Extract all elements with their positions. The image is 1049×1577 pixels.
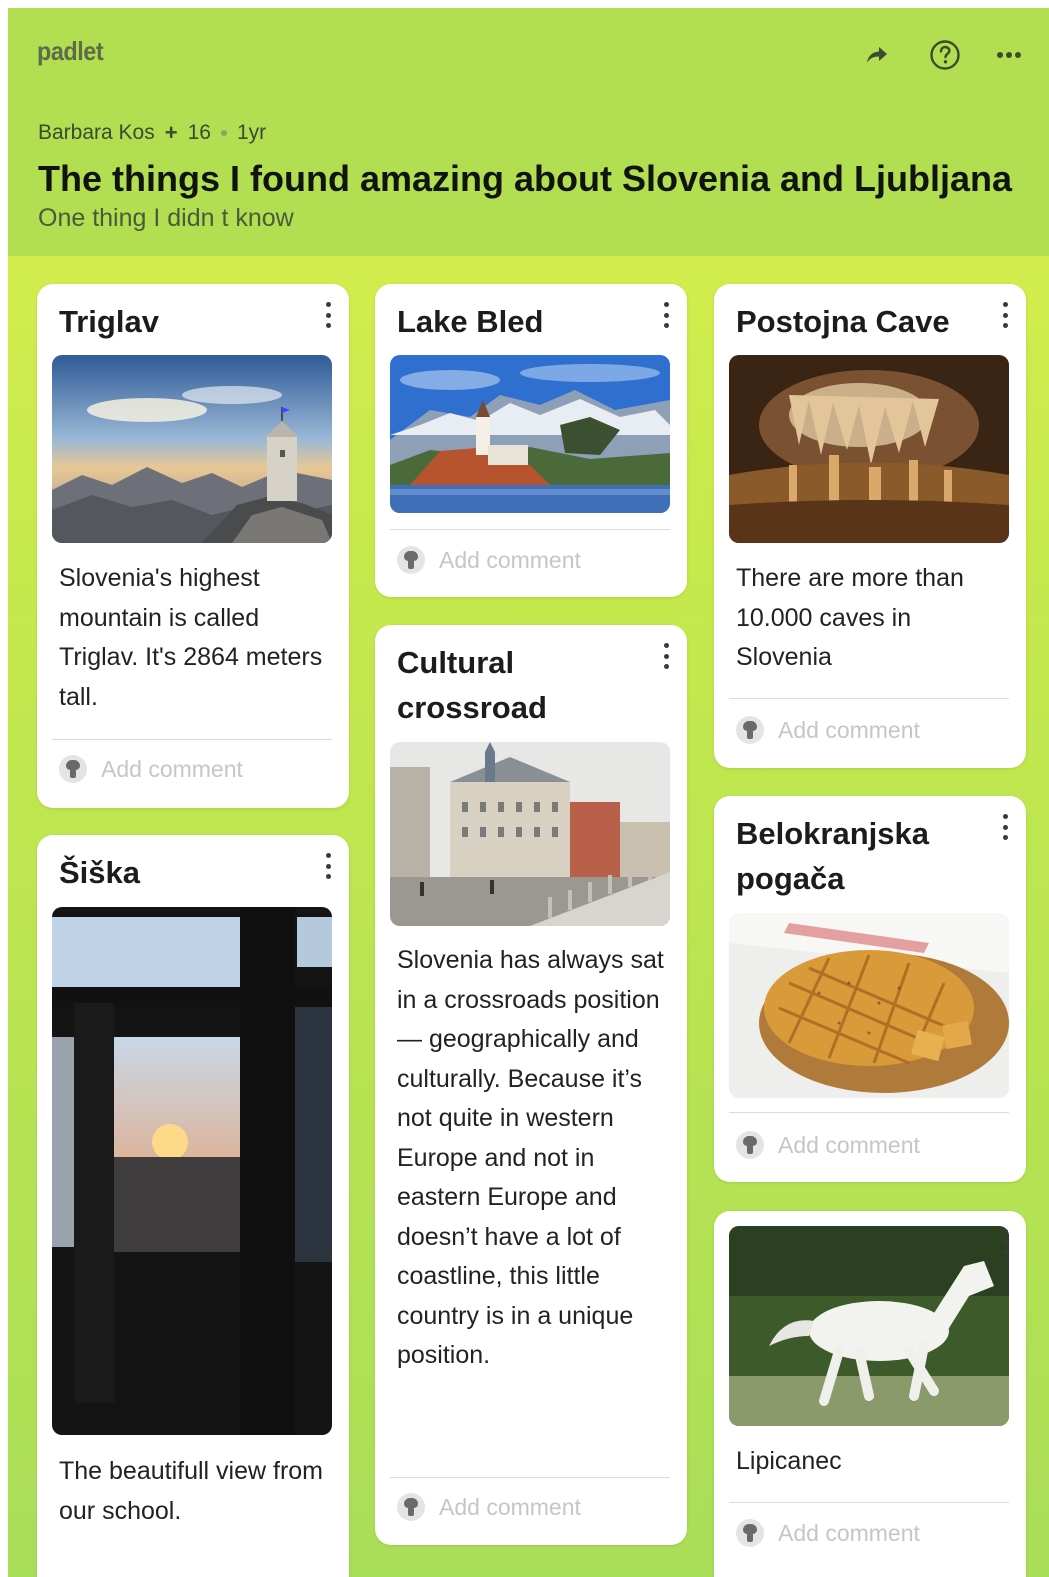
board-age: 1yr — [236, 121, 267, 144]
add-comment-field[interactable]: Add comment — [59, 755, 243, 783]
help-icon[interactable] — [928, 38, 962, 72]
post-title: Cultural crossroad — [397, 645, 547, 725]
add-comment-field[interactable]: Add comment — [736, 1131, 920, 1159]
share-icon[interactable] — [860, 38, 894, 72]
comment-divider — [729, 1112, 1009, 1113]
post-menu-icon[interactable] — [659, 643, 673, 669]
padlet-board: padlet Barbara Kos + 16 1yr The things I… — [8, 8, 1049, 1577]
post-image-siska[interactable] — [52, 907, 332, 1435]
comment-divider — [390, 1477, 670, 1478]
avatar — [736, 1131, 764, 1159]
post-card-belokranjska-pogaca[interactable]: Belokranjska pogača Add comment — [714, 796, 1026, 1182]
add-comment-field[interactable]: Add comment — [397, 1493, 581, 1521]
avatar — [397, 1493, 425, 1521]
board-header: padlet Barbara Kos + 16 1yr The things I… — [8, 8, 1049, 256]
add-comment-placeholder: Add comment — [778, 1519, 920, 1546]
post-body: The beautifull view from our school. — [59, 1457, 324, 1525]
author-name[interactable]: Barbara Kos — [38, 121, 155, 145]
post-card-postojna-cave[interactable]: Postojna Cave There are more than 10.000… — [714, 284, 1026, 768]
post-body: Slovenia's highest mountain is called Tr… — [59, 564, 323, 711]
post-image-lake-bled[interactable] — [390, 355, 670, 513]
post-title: Šiška — [59, 855, 141, 890]
post-menu-icon[interactable] — [659, 302, 673, 328]
post-title: Triglav — [59, 304, 159, 339]
add-comment-field[interactable]: Add comment — [397, 546, 581, 574]
post-image-cultural-crossroad[interactable] — [390, 742, 670, 926]
board-subtitle: One thing I didn t know — [38, 204, 294, 232]
post-image-triglav[interactable] — [52, 355, 332, 543]
add-comment-placeholder: Add comment — [101, 755, 243, 782]
avatar — [397, 546, 425, 574]
post-card-lake-bled[interactable]: Lake Bled Add comment — [375, 284, 687, 597]
post-menu-icon[interactable] — [321, 302, 335, 328]
comment-divider — [52, 739, 332, 740]
add-comment-field[interactable]: Add comment — [736, 1519, 920, 1547]
add-comment-placeholder: Add comment — [439, 546, 581, 573]
add-comment-placeholder: Add comment — [778, 1131, 920, 1158]
add-comment-placeholder: Add comment — [778, 716, 920, 743]
comment-divider — [390, 529, 670, 530]
board-title: The things I found amazing about Sloveni… — [38, 158, 1013, 199]
post-body: Slovenia has always sat in a crossroads … — [397, 946, 664, 1369]
post-image-lipicanec[interactable] — [729, 1226, 1009, 1426]
post-title: Lake Bled — [397, 304, 544, 339]
post-card-cultural-crossroad[interactable]: Cultural crossroad Slovenia has always s… — [375, 625, 687, 1545]
comment-divider — [729, 698, 1009, 699]
post-card-triglav[interactable]: Triglav Slovenia's highest mountain is c… — [37, 284, 349, 808]
post-body: There are more than 10.000 caves in Slov… — [736, 564, 964, 671]
post-body: Lipicanec — [736, 1447, 842, 1475]
post-image-belokranjska-pogaca[interactable] — [729, 913, 1009, 1098]
post-card-siska[interactable]: Šiška The beautifull view from our schoo… — [37, 835, 349, 1577]
separator-dot — [220, 130, 227, 136]
post-menu-icon[interactable] — [998, 1229, 1012, 1255]
comment-divider — [729, 1502, 1009, 1503]
like-count: 16 — [187, 121, 211, 144]
more-icon[interactable] — [992, 38, 1026, 72]
plus-icon[interactable]: + — [165, 120, 178, 146]
post-image-postojna-cave[interactable] — [729, 355, 1009, 543]
avatar — [736, 716, 764, 744]
board-meta: Barbara Kos + 16 1yr — [38, 120, 266, 146]
post-menu-icon[interactable] — [998, 302, 1012, 328]
avatar — [59, 755, 87, 783]
post-menu-icon[interactable] — [321, 853, 335, 879]
padlet-logo[interactable]: padlet — [37, 36, 104, 67]
post-card-lipicanec[interactable]: Lipicanec Add comment — [714, 1211, 1026, 1577]
add-comment-placeholder: Add comment — [439, 1493, 581, 1520]
avatar — [736, 1519, 764, 1547]
post-menu-icon[interactable] — [998, 814, 1012, 840]
post-title: Belokranjska pogača — [736, 816, 929, 896]
add-comment-field[interactable]: Add comment — [736, 716, 920, 744]
post-title: Postojna Cave — [736, 304, 950, 339]
